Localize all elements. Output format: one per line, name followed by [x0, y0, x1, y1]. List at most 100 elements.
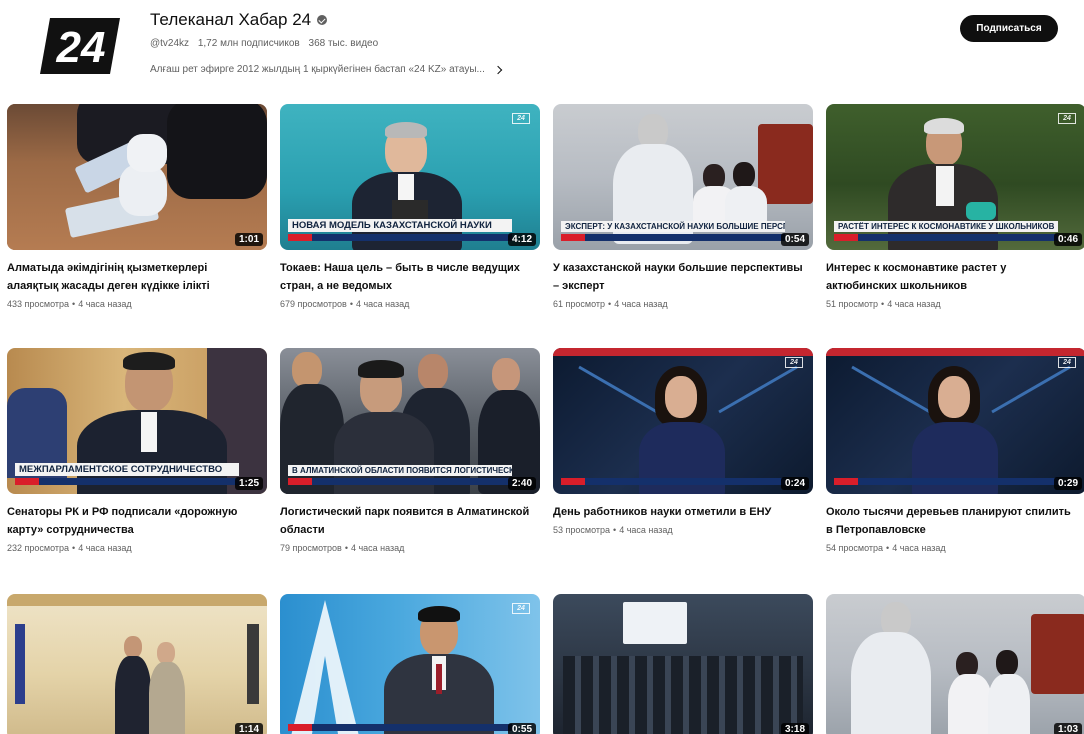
video-duration: 4:12 — [507, 233, 536, 246]
subscriber-count: 1,72 млн подписчиков — [197, 38, 300, 49]
video-thumbnail[interactable]: 1:03 — [826, 594, 1084, 734]
view-count: 61 просмотр — [553, 299, 606, 309]
video-thumbnail[interactable]: 24 0:55 — [280, 594, 540, 734]
channel-name: Телеканал Хабар 24 — [150, 10, 328, 30]
video-title[interactable]: Логистический парк появится в Алматинско… — [280, 503, 530, 539]
news-ticker — [15, 478, 239, 485]
video-title[interactable]: День работников науки отметили в ЕНУ — [553, 503, 803, 521]
upload-age: 4 часа назад — [892, 543, 946, 553]
video-title[interactable]: Сенаторы РК и РФ подписали «дорожную кар… — [7, 503, 257, 539]
upload-age: 4 часа назад — [78, 543, 132, 553]
upload-age: 4 часа назад — [887, 299, 941, 309]
video-title[interactable]: Токаев: Наша цель – быть в числе ведущих… — [280, 259, 530, 295]
video-stats: 54 просмотра • 4 часа назад — [826, 543, 946, 553]
channel-description-text: Алғаш рет эфирге 2012 жылдың 1 қыркүйегі… — [150, 64, 485, 75]
verified-icon — [317, 15, 328, 25]
video-duration: 2:40 — [507, 477, 536, 490]
video-card[interactable]: В АЛМАТИНСКОЙ ОБЛАСТИ ПОЯВИТСЯ ЛОГИСТИЧЕ… — [280, 348, 540, 553]
video-thumbnail[interactable]: В АЛМАТИНСКОЙ ОБЛАСТИ ПОЯВИТСЯ ЛОГИСТИЧЕ… — [280, 348, 540, 494]
channel-watermark-icon: 24 — [785, 357, 803, 368]
video-card[interactable]: 24 0:24 День работников науки отметили в… — [553, 348, 813, 535]
channel-description[interactable]: Алғаш рет эфирге 2012 жылдың 1 қыркүйегі… — [150, 64, 503, 75]
news-ticker — [288, 724, 512, 731]
video-card[interactable]: 24 НОВАЯ МОДЕЛЬ КАЗАХСТАНСКОЙ НАУКИ 4:12… — [280, 104, 540, 309]
video-duration: 0:29 — [1053, 477, 1082, 490]
video-thumbnail[interactable]: 24 0:29 — [826, 348, 1084, 494]
video-duration: 0:54 — [780, 233, 809, 246]
video-duration: 0:55 — [507, 723, 536, 734]
video-thumbnail[interactable]: 1:01 — [7, 104, 267, 250]
video-card[interactable]: 1:01 Алматыда әкімдігінің қызметкерлері … — [7, 104, 267, 309]
video-thumbnail[interactable]: 24 РАСТЁТ ИНТЕРЕС К КОСМОНАВТИКЕ У ШКОЛЬ… — [826, 104, 1084, 250]
news-ticker — [834, 234, 1058, 241]
channel-watermark-icon: 24 — [1058, 357, 1076, 368]
video-duration: 1:14 — [234, 723, 263, 734]
video-duration: 1:03 — [1053, 723, 1082, 734]
channel-meta: @tv24kz 1,72 млн подписчиков 368 тыс. ви… — [150, 38, 384, 49]
view-count: 53 просмотра — [553, 525, 611, 535]
lower-third-caption: НОВАЯ МОДЕЛЬ КАЗАХСТАНСКОЙ НАУКИ — [288, 219, 512, 232]
upload-age: 4 часа назад — [614, 299, 668, 309]
channel-logo-24-icon: 24 — [40, 18, 120, 74]
video-card[interactable]: 3:18 — [553, 594, 813, 734]
upload-age: 4 часа назад — [78, 299, 132, 309]
channel-watermark-icon: 24 — [1058, 113, 1076, 124]
video-stats: 679 просмотров • 4 часа назад — [280, 299, 410, 309]
video-stats: 51 просмотр • 4 часа назад — [826, 299, 941, 309]
video-stats: 232 просмотра • 4 часа назад — [7, 543, 132, 553]
video-card[interactable]: 1:03 — [826, 594, 1084, 734]
channel-watermark-icon: 24 — [512, 603, 530, 614]
video-thumbnail[interactable]: МЕЖПАРЛАМЕНТСКОЕ СОТРУДНИЧЕСТВО 1:25 — [7, 348, 267, 494]
upload-age: 4 часа назад — [350, 543, 405, 553]
video-stats: 433 просмотра • 4 часа назад — [7, 299, 132, 309]
view-count: 51 просмотр — [826, 299, 879, 309]
video-thumbnail[interactable]: 3:18 — [553, 594, 813, 734]
svg-text:24: 24 — [56, 23, 106, 72]
video-card[interactable]: 24 РАСТЁТ ИНТЕРЕС К КОСМОНАВТИКЕ У ШКОЛЬ… — [826, 104, 1084, 309]
news-ticker — [288, 234, 512, 241]
video-count: 368 тыс. видео — [308, 38, 379, 49]
video-title[interactable]: Интерес к космонавтике растет у актюбинс… — [826, 259, 1076, 295]
subscribe-button[interactable]: Подписаться — [960, 15, 1058, 42]
news-ticker — [561, 478, 785, 485]
channel-logo[interactable]: 24 — [40, 18, 120, 74]
video-duration: 0:24 — [780, 477, 809, 490]
video-title[interactable]: Алматыда әкімдігінің қызметкерлері алаяқ… — [7, 259, 257, 295]
video-duration: 1:25 — [234, 477, 263, 490]
video-stats: 79 просмотров • 4 часа назад — [280, 543, 405, 553]
lower-third-caption: РАСТЁТ ИНТЕРЕС К КОСМОНАВТИКЕ У ШКОЛЬНИК… — [834, 221, 1058, 232]
video-card[interactable]: 24 0:29 Около тысячи деревьев планируют … — [826, 348, 1084, 553]
view-count: 54 просмотра — [826, 543, 884, 553]
channel-handle: @tv24kz — [150, 38, 190, 49]
upload-age: 4 часа назад — [619, 525, 673, 535]
lower-third-caption: В АЛМАТИНСКОЙ ОБЛАСТИ ПОЯВИТСЯ ЛОГИСТИЧЕ… — [288, 465, 512, 476]
news-ticker — [288, 478, 512, 485]
channel-name-text: Телеканал Хабар 24 — [150, 10, 312, 29]
video-thumbnail[interactable]: ЭКСПЕРТ: У КАЗАХСТАНСКОЙ НАУКИ БОЛЬШИЕ П… — [553, 104, 813, 250]
channel-watermark-icon: 24 — [512, 113, 530, 124]
video-thumbnail[interactable]: 24 НОВАЯ МОДЕЛЬ КАЗАХСТАНСКОЙ НАУКИ 4:12 — [280, 104, 540, 250]
video-thumbnail[interactable]: 1:14 — [7, 594, 267, 734]
video-card[interactable]: 1:14 — [7, 594, 267, 734]
lower-third-caption: МЕЖПАРЛАМЕНТСКОЕ СОТРУДНИЧЕСТВО — [15, 463, 239, 476]
video-card[interactable]: МЕЖПАРЛАМЕНТСКОЕ СОТРУДНИЧЕСТВО 1:25 Сен… — [7, 348, 267, 553]
view-count: 79 просмотров — [280, 543, 342, 553]
view-count: 433 просмотра — [7, 299, 70, 309]
chevron-right-icon[interactable] — [493, 65, 503, 75]
lower-third-caption: ЭКСПЕРТ: У КАЗАХСТАНСКОЙ НАУКИ БОЛЬШИЕ П… — [561, 221, 785, 232]
upload-age: 4 часа назад — [355, 299, 410, 309]
video-title[interactable]: Около тысячи деревьев планируют спилить … — [826, 503, 1076, 539]
video-thumbnail[interactable]: 24 0:24 — [553, 348, 813, 494]
video-duration: 1:01 — [234, 233, 263, 246]
view-count: 679 просмотров — [280, 299, 347, 309]
video-card[interactable]: ЭКСПЕРТ: У КАЗАХСТАНСКОЙ НАУКИ БОЛЬШИЕ П… — [553, 104, 813, 309]
video-stats: 53 просмотра • 4 часа назад — [553, 525, 673, 535]
news-ticker — [561, 234, 785, 241]
video-stats: 61 просмотр • 4 часа назад — [553, 299, 668, 309]
video-duration: 0:46 — [1053, 233, 1082, 246]
view-count: 232 просмотра — [7, 543, 70, 553]
video-title[interactable]: У казахстанской науки большие перспектив… — [553, 259, 803, 295]
video-duration: 3:18 — [780, 723, 809, 734]
news-ticker — [834, 478, 1058, 485]
video-card[interactable]: 24 0:55 — [280, 594, 540, 734]
